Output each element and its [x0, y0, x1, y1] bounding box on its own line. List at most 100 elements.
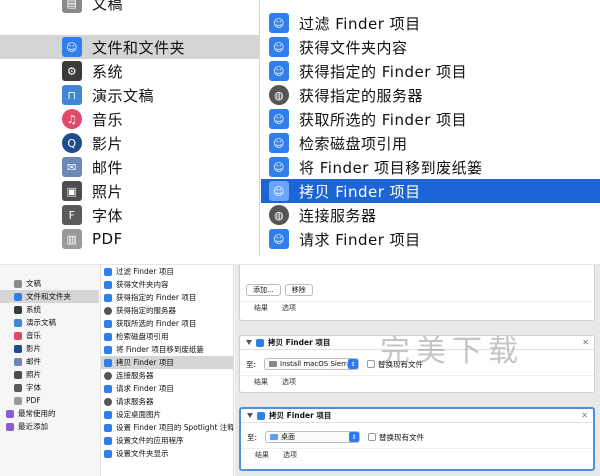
finder-icon [14, 292, 22, 301]
action-item[interactable]: ☺ 获得指定的 Finder 项目 [261, 59, 600, 83]
options-tab[interactable]: 选项 [282, 377, 296, 387]
action-item[interactable]: ☺ 获取所选的 Finder 项目 [261, 107, 600, 131]
quicktime-icon [14, 344, 22, 353]
action-item[interactable]: ☺ 过滤 Finder 项目 [261, 11, 600, 35]
replace-checkbox[interactable] [368, 433, 377, 441]
category-item-files-folders[interactable]: ☺ 文件和文件夹 [0, 35, 259, 59]
category-label: 影片 [26, 344, 41, 353]
network-globe-icon: ◍ [269, 205, 289, 225]
finder-icon [104, 319, 112, 328]
action-item[interactable]: 获得指定的 Finder 项目 [101, 291, 233, 304]
close-icon[interactable]: ✕ [581, 411, 588, 420]
add-button[interactable]: 添加... [246, 284, 281, 296]
quicktime-icon: Q [62, 133, 82, 153]
category-item[interactable]: ▤ 文稿 [0, 0, 259, 15]
action-item[interactable]: ☺ 将 Finder 项目移到废纸篓 [261, 155, 600, 179]
action-label: 过滤 Finder 项目 [116, 267, 174, 276]
finder-icon [104, 293, 112, 302]
action-item[interactable]: ☺ 请求 Finder 项目 [261, 227, 600, 251]
category-item[interactable]: ♫ 音乐 [0, 107, 259, 131]
category-item[interactable]: 邮件 [0, 355, 99, 368]
category-item[interactable]: ▥ PDF [0, 227, 259, 251]
destination-popup[interactable]: 桌面 ⇕ [265, 431, 361, 443]
action-item[interactable]: 检索磁盘项引用 [101, 330, 233, 343]
action-item[interactable]: 请求 Finder 项目 [101, 382, 233, 395]
action-item[interactable]: ☺ 获得文件夹内容 [261, 35, 600, 59]
results-tab[interactable]: 结果 [255, 450, 269, 460]
card-title: 拷贝 Finder 项目 [268, 338, 331, 347]
category-item[interactable]: 音乐 [0, 329, 99, 342]
category-label: 文件和文件夹 [26, 292, 71, 301]
action-item[interactable]: 获得文件夹内容 [101, 278, 233, 291]
results-tab[interactable]: 结果 [254, 303, 268, 313]
category-item[interactable]: 字体 [0, 381, 99, 394]
action-item[interactable]: 设置文件的应用程序 [101, 434, 233, 447]
action-item[interactable]: 请求服务器 [101, 395, 233, 408]
category-label: 最近添加 [18, 422, 48, 431]
action-item[interactable]: ◍ 获得指定的服务器 [261, 83, 600, 107]
category-item[interactable]: ⊓ 演示文稿 [0, 83, 259, 107]
destination-popup[interactable]: Install macOS Sierra ⇕ [264, 358, 360, 370]
category-item[interactable]: F 字体 [0, 203, 259, 227]
category-label: 字体 [92, 206, 124, 225]
action-item[interactable]: 连接服务器 [101, 369, 233, 382]
workflow-card-copy-finder-items-selected: 拷贝 Finder 项目 ✕ 至: 桌面 ⇕ 替换现有文件 结果 选项 [239, 407, 595, 471]
category-label: 邮件 [92, 158, 124, 177]
disclosure-triangle-icon[interactable] [247, 413, 253, 418]
options-tab[interactable]: 选项 [282, 303, 296, 313]
action-item-copy-finder-items[interactable]: ☺ 拷贝 Finder 项目 [261, 179, 600, 203]
category-item[interactable]: 照片 [0, 368, 99, 381]
action-item[interactable]: ☺ 检索磁盘项引用 [261, 131, 600, 155]
action-label: 获得文件夹内容 [116, 280, 169, 289]
action-label: 获得文件夹内容 [299, 38, 408, 57]
category-item-most-used[interactable]: 最常使用的 [0, 407, 99, 420]
action-item[interactable]: 将 Finder 项目移到废纸篓 [101, 343, 233, 356]
action-item[interactable]: 设定桌面图片 [101, 408, 233, 421]
action-item[interactable]: 获得指定的服务器 [101, 304, 233, 317]
disclosure-triangle-icon[interactable] [246, 340, 252, 345]
card-header[interactable]: 拷贝 Finder 项目 [240, 336, 594, 350]
category-item-recently-added[interactable]: 最近添加 [0, 420, 99, 433]
category-label: 音乐 [92, 110, 124, 129]
finder-icon: ☺ [269, 37, 289, 57]
category-item[interactable]: 演示文稿 [0, 316, 99, 329]
action-item[interactable]: 获取所选的 Finder 项目 [101, 317, 233, 330]
category-item[interactable]: ✉ 邮件 [0, 155, 259, 179]
action-label: 获得指定的 Finder 项目 [116, 293, 197, 302]
action-item[interactable]: 过滤 Finder 项目 [101, 265, 233, 278]
card-header[interactable]: 拷贝 Finder 项目 [241, 409, 593, 423]
action-label: 检索磁盘项引用 [116, 332, 169, 341]
action-item[interactable]: ◍ 连接服务器 [261, 203, 600, 227]
category-label: 演示文稿 [92, 86, 155, 105]
action-item[interactable]: 设置 Finder 项目的 Spotlight 注释 [101, 421, 233, 434]
close-icon[interactable]: ✕ [582, 338, 589, 347]
category-item[interactable]: ▣ 照片 [0, 179, 259, 203]
category-item[interactable]: Q 影片 [0, 131, 259, 155]
remove-button[interactable]: 移除 [284, 284, 313, 296]
category-item[interactable]: 系统 [0, 303, 99, 316]
finder-icon: ☺ [269, 61, 289, 81]
mail-icon: ✉ [62, 157, 82, 177]
finder-icon [104, 358, 112, 367]
category-item[interactable]: 影片 [0, 342, 99, 355]
category-label: 邮件 [26, 357, 41, 366]
category-item[interactable]: 文稿 [0, 277, 99, 290]
finder-icon [257, 411, 265, 420]
results-tab[interactable]: 结果 [254, 377, 268, 387]
smart-folder-icon [6, 409, 14, 418]
mail-icon [14, 357, 22, 366]
action-label: 请求 Finder 项目 [299, 230, 421, 249]
category-item[interactable]: PDF [0, 394, 99, 407]
replace-checkbox[interactable] [367, 360, 376, 368]
action-item-copy-finder-items[interactable]: 拷贝 Finder 项目 [101, 356, 233, 369]
photos-icon: ▣ [62, 181, 82, 201]
options-tab[interactable]: 选项 [283, 450, 297, 460]
action-item[interactable]: 设置文件夹显示 [101, 447, 233, 460]
card-footer: 结果 选项 [240, 301, 594, 313]
action-label: 检索磁盘项引用 [299, 134, 408, 153]
photos-icon [14, 370, 22, 379]
finder-icon: ☺ [269, 109, 289, 129]
action-label: 将 Finder 项目移到废纸篓 [116, 345, 204, 354]
category-item[interactable]: ⚙ 系统 [0, 59, 259, 83]
category-item-files-folders[interactable]: 文件和文件夹 [0, 290, 99, 303]
